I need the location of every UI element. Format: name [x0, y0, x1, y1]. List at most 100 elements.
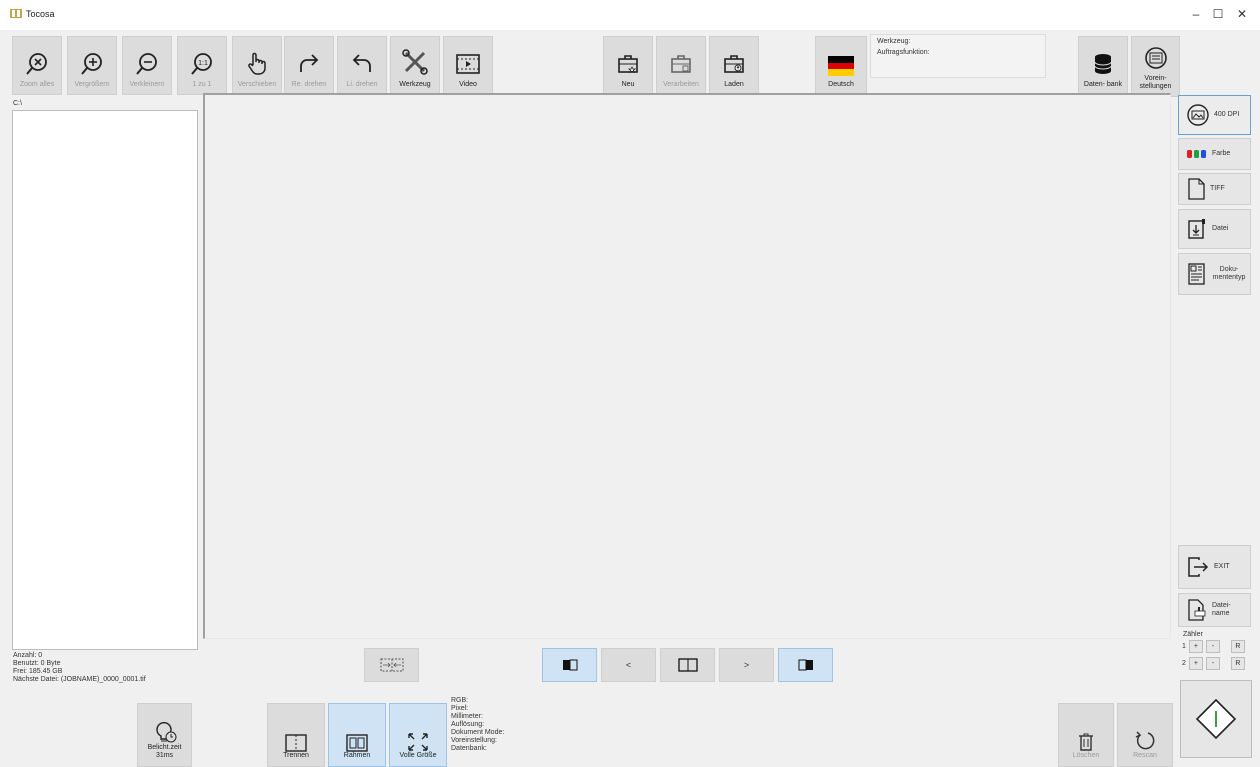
- counter-index: 2: [1182, 660, 1186, 667]
- rotate-right-button[interactable]: Re. drehen: [284, 36, 334, 95]
- rescan-label: Rescan: [1133, 752, 1157, 759]
- open-book-icon: [677, 658, 698, 672]
- process-button[interactable]: Verarbeiten: [656, 36, 706, 95]
- exposure-button[interactable]: Belicht.zeit 31ms: [137, 703, 192, 767]
- exposure-label: Belicht.zeit 31ms: [147, 744, 182, 759]
- split-button[interactable]: Trennen: [267, 703, 325, 767]
- tool-button[interactable]: Werkzeug: [390, 36, 440, 95]
- counter-label: Zähler: [1183, 631, 1203, 638]
- rescan-button[interactable]: Rescan: [1117, 703, 1173, 767]
- database-button[interactable]: Daten- bank: [1078, 36, 1128, 95]
- zoom-in-icon: [81, 53, 102, 75]
- tiff-file-icon: [1188, 178, 1205, 200]
- zoom-all-button[interactable]: Zoom alles: [12, 36, 62, 95]
- dpi-button[interactable]: 400 DPI: [1178, 95, 1251, 135]
- free-space: Frei: 185.45 GB: [13, 668, 63, 675]
- one-to-one-button[interactable]: 1:1 1 zu 1: [177, 36, 227, 95]
- left-page-button[interactable]: [542, 648, 597, 682]
- app-icon: [10, 9, 22, 18]
- language-label: Deutsch: [828, 81, 854, 88]
- previous-page-button[interactable]: <: [601, 648, 656, 682]
- double-page-button[interactable]: [660, 648, 715, 682]
- rotate-right-label: Re. drehen: [291, 81, 327, 88]
- exit-button[interactable]: EXIT: [1178, 545, 1251, 589]
- status-info: RGB: Pixel: Millimeter: Auflösung: Dokum…: [451, 697, 504, 753]
- counter-minus-button[interactable]: -: [1205, 640, 1220, 653]
- window-title: Tocosa: [26, 9, 55, 19]
- file-save-icon: [1188, 219, 1205, 239]
- doctype-label: Doku- mententyp: [1212, 266, 1246, 281]
- zoom-in-button[interactable]: Vergrößern: [67, 36, 117, 95]
- zoom-out-icon: [136, 53, 157, 75]
- counter-plus-button[interactable]: +: [1188, 657, 1203, 670]
- file-list[interactable]: [12, 110, 198, 650]
- video-button[interactable]: Video: [443, 36, 493, 95]
- new-label: Neu: [621, 81, 635, 88]
- new-job-icon: [618, 55, 638, 74]
- info-panel: Werkzeug: Auftragsfunktion:: [870, 34, 1046, 78]
- close-button[interactable]: ✕: [1232, 6, 1252, 22]
- document-type-icon: [1188, 263, 1205, 285]
- color-button[interactable]: Farbe: [1178, 138, 1251, 170]
- zoom-out-button[interactable]: Verkleinern: [122, 36, 172, 95]
- new-button[interactable]: Neu: [603, 36, 653, 95]
- counter-reset-button[interactable]: R: [1230, 657, 1245, 670]
- move-label: Verschieben: [237, 81, 277, 88]
- split-pages-icon: [380, 658, 403, 672]
- video-label: Video: [459, 81, 477, 88]
- color-label: Farbe: [1212, 150, 1231, 157]
- counter-row-2: 2 + - R: [1182, 657, 1245, 670]
- maximize-button[interactable]: ☐: [1208, 6, 1228, 22]
- file-count: Anzahl: 0: [13, 652, 43, 659]
- tools-icon: [402, 49, 428, 75]
- pixel-readout: Pixel:: [451, 705, 469, 712]
- video-icon: [456, 54, 480, 74]
- zoom-out-label: Verkleinern: [129, 81, 165, 88]
- rgb-readout: RGB:: [451, 697, 469, 704]
- process-job-icon: [671, 55, 691, 73]
- image-viewer[interactable]: [203, 93, 1171, 639]
- file-label: Datei: [1212, 225, 1229, 232]
- next-page-button[interactable]: >: [719, 648, 774, 682]
- settings-icon: [1144, 47, 1167, 69]
- language-button[interactable]: Deutsch: [815, 36, 867, 95]
- filename-label: Datei- name: [1211, 602, 1231, 617]
- exit-icon: [1188, 557, 1209, 577]
- dpi-label: 400 DPI: [1214, 111, 1240, 118]
- preset-readout: Voreinstellung:: [451, 737, 497, 744]
- split-toggle-button[interactable]: [364, 648, 419, 682]
- frame-button[interactable]: Rahmen: [328, 703, 386, 767]
- document-mode-readout: Dokument Mode:: [451, 729, 505, 736]
- rotate-left-icon: [352, 54, 371, 72]
- rotate-left-button[interactable]: Li. drehen: [337, 36, 387, 95]
- counter-index: 1: [1182, 643, 1186, 650]
- right-page-button[interactable]: [778, 648, 833, 682]
- full-size-button[interactable]: Volle Größe: [389, 703, 447, 767]
- color-mode-icon: [1187, 150, 1206, 158]
- counter-plus-button[interactable]: +: [1188, 640, 1203, 653]
- load-job-icon: [724, 55, 744, 73]
- filename-button[interactable]: Datei- name: [1178, 593, 1251, 627]
- german-flag-icon: [828, 56, 854, 76]
- hand-pointer-icon: [248, 52, 266, 75]
- counter-minus-button[interactable]: -: [1205, 657, 1220, 670]
- presets-button[interactable]: Vorein- stellungen: [1131, 36, 1180, 97]
- delete-button[interactable]: Löschen: [1058, 703, 1114, 767]
- load-label: Laden: [724, 81, 744, 88]
- zoom-all-icon: [26, 53, 47, 75]
- split-book-icon: [285, 734, 307, 752]
- scan-start-button[interactable]: [1180, 680, 1252, 758]
- move-button[interactable]: Verschieben: [232, 36, 282, 95]
- doctype-button[interactable]: Doku- mententyp: [1178, 253, 1251, 295]
- counter-reset-button[interactable]: R: [1230, 640, 1245, 653]
- format-button[interactable]: TIFF: [1178, 173, 1251, 205]
- tool-label: Werkzeug: [399, 81, 431, 88]
- minimize-button[interactable]: –: [1186, 6, 1206, 22]
- job-function-label: Auftragsfunktion:: [877, 49, 930, 56]
- file-path: C:\: [13, 100, 22, 107]
- file-button[interactable]: Datei: [1178, 209, 1251, 249]
- zoom-all-label: Zoom alles: [19, 81, 55, 88]
- load-button[interactable]: Laden: [709, 36, 759, 95]
- svg-text:1:1: 1:1: [198, 60, 208, 67]
- resolution-readout: Auflösung:: [451, 721, 485, 728]
